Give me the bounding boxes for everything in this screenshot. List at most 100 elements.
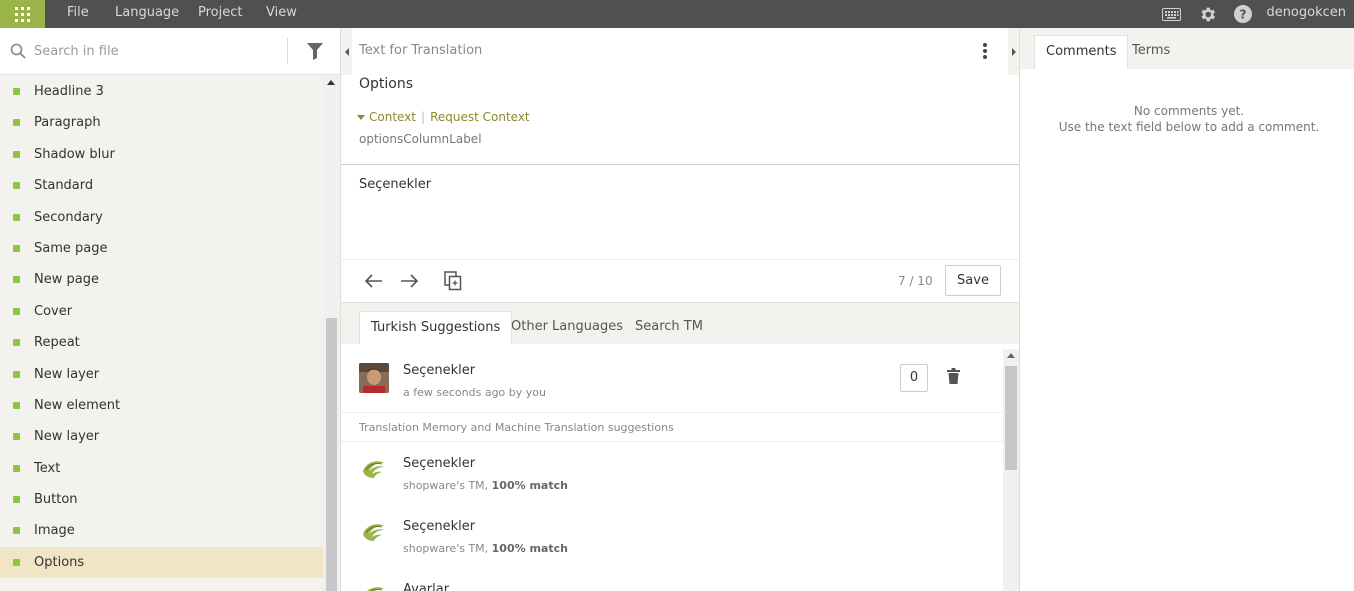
status-dot (13, 119, 20, 127)
suggestions-scrollbar[interactable] (1003, 349, 1019, 591)
tm-section-heading: Translation Memory and Machine Translati… (359, 421, 674, 434)
suggestion-text[interactable]: Seçenekler (403, 363, 475, 378)
status-dot (13, 244, 20, 252)
status-dot (13, 558, 20, 566)
shopware-tm-icon (361, 520, 387, 542)
scrollbar-thumb[interactable] (326, 318, 337, 591)
string-list: Headline 3 Paragraph Shadow blur Standar… (0, 76, 323, 579)
keyboard-icon[interactable] (1161, 4, 1181, 24)
suggestion-text[interactable]: Avarlar (403, 582, 449, 591)
suggestion-meta: shopware's TM, 100% match (403, 479, 568, 492)
status-dot (13, 182, 20, 190)
list-item-label: Same page (34, 240, 108, 256)
filter-icon[interactable] (306, 42, 324, 64)
menu-language[interactable]: Language (115, 0, 179, 28)
list-item[interactable]: New layer (0, 359, 323, 390)
separator: | (421, 110, 426, 124)
list-item[interactable]: Secondary (0, 202, 323, 233)
search-bar (0, 28, 340, 75)
menu-view[interactable]: View (266, 0, 297, 28)
suggestion-text[interactable]: Seçenekler (403, 519, 475, 534)
list-item-label: New layer (34, 429, 100, 445)
save-button[interactable]: Save (945, 265, 1001, 296)
scroll-up-arrow-icon[interactable] (327, 80, 335, 85)
status-dot (13, 88, 20, 95)
list-item-label: Secondary (34, 209, 103, 225)
tab-terms[interactable]: Terms (1121, 35, 1181, 69)
empty-comments-message: No comments yet. Use the text field belo… (1020, 103, 1354, 135)
help-icon[interactable]: ? (1233, 4, 1253, 24)
request-context-link[interactable]: Request Context (430, 110, 530, 124)
tab-search-tm[interactable]: Search TM (624, 311, 714, 344)
top-bar: File Language Project View ? denogokcen (0, 0, 1354, 28)
arrow-left-icon[interactable] (363, 270, 385, 292)
list-item[interactable]: Standard (0, 170, 323, 201)
list-item-label: Repeat (34, 335, 80, 351)
status-dot (13, 276, 20, 284)
caret-right-icon (1011, 47, 1016, 56)
list-item-label: New layer (34, 366, 100, 382)
trash-icon[interactable] (947, 368, 960, 388)
more-options-icon[interactable] (981, 43, 989, 59)
list-item[interactable]: Headline 3 (0, 76, 323, 107)
list-item[interactable]: Button (0, 484, 323, 515)
shopware-tm-icon (361, 457, 387, 479)
list-item[interactable]: New layer (0, 421, 323, 452)
list-item[interactable]: Same page (0, 233, 323, 264)
list-item[interactable]: Repeat (0, 327, 323, 358)
empty-line-2: Use the text field below to add a commen… (1058, 120, 1320, 134)
list-item-label: Headline 3 (34, 84, 104, 99)
list-item-label: Image (34, 523, 75, 539)
apps-menu-button[interactable] (0, 0, 45, 28)
list-item-label: New page (34, 272, 99, 288)
sidebar-scrollbar[interactable] (323, 76, 340, 591)
divider (341, 259, 1019, 260)
search-input[interactable] (34, 41, 274, 61)
string-counter: 7 / 10 (898, 274, 933, 288)
list-item[interactable]: New page (0, 264, 323, 295)
list-item[interactable]: Cover (0, 296, 323, 327)
list-item[interactable]: New element (0, 390, 323, 421)
list-item-label: Standard (34, 178, 94, 194)
collapse-left-button[interactable] (341, 28, 352, 75)
scroll-up-arrow-icon[interactable] (1007, 353, 1015, 358)
status-dot (13, 401, 20, 409)
divider (341, 164, 1019, 165)
translation-textarea[interactable]: Seçenekler (359, 177, 431, 192)
list-item-label: Cover (34, 303, 73, 319)
suggestion-tabs: Turkish Suggestions Other Languages Sear… (341, 303, 1019, 344)
status-dot (13, 150, 20, 158)
caret-left-icon (344, 47, 349, 56)
suggestion-text[interactable]: Seçenekler (403, 456, 475, 471)
tab-comments[interactable]: Comments (1034, 35, 1129, 69)
list-item-label: Text (34, 460, 61, 476)
menu-project[interactable]: Project (198, 0, 242, 28)
editor-panel: Text for Translation Options Context | Req… (340, 28, 1020, 591)
tab-other-languages[interactable]: Other Languages (500, 311, 634, 344)
status-dot (13, 433, 20, 441)
username[interactable]: denogokcen (1266, 0, 1346, 25)
list-item[interactable]: Image (0, 515, 323, 546)
scrollbar-thumb[interactable] (1005, 366, 1017, 470)
divider (341, 412, 1003, 413)
divider (341, 441, 1003, 442)
comments-panel: Comments Terms No comments yet. Use the … (1020, 28, 1354, 591)
arrow-right-icon[interactable] (398, 270, 420, 292)
list-item[interactable]: Text (0, 453, 323, 484)
empty-line-1: No comments yet. (1133, 104, 1245, 118)
context-toggle[interactable]: Context (369, 110, 416, 124)
status-dot (13, 339, 20, 347)
status-dot (13, 213, 20, 221)
list-item-active[interactable]: Options (0, 546, 323, 579)
collapse-right-button[interactable] (1008, 28, 1019, 75)
list-item-label: Shadow blur (34, 146, 115, 162)
copy-source-icon[interactable] (442, 270, 464, 292)
suggestion-meta: a few seconds ago by you (403, 386, 546, 399)
list-item[interactable]: Shadow blur (0, 139, 323, 170)
tab-turkish-suggestions[interactable]: Turkish Suggestions (359, 311, 513, 344)
list-item[interactable]: Paragraph (0, 107, 323, 138)
menu-file[interactable]: File (67, 0, 89, 28)
vote-count[interactable]: 0 (900, 364, 928, 392)
gear-icon[interactable] (1197, 4, 1217, 24)
list-item-label: Button (34, 492, 78, 508)
